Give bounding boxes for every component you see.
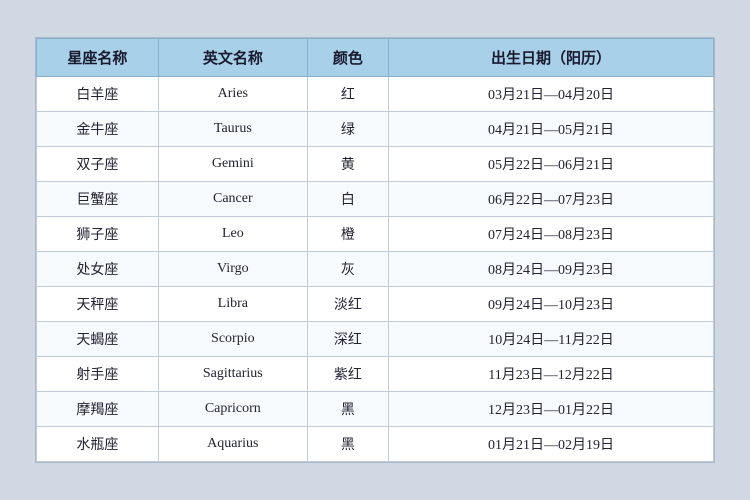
cell-color-7: 深红 [307, 322, 388, 357]
cell-chinese-1: 金牛座 [37, 112, 159, 147]
zodiac-table-container: 星座名称 英文名称 颜色 出生日期（阳历） 白羊座Aries红03月21日—04… [35, 37, 715, 463]
cell-english-0: Aries [158, 77, 307, 112]
cell-chinese-4: 狮子座 [37, 217, 159, 252]
cell-chinese-3: 巨蟹座 [37, 182, 159, 217]
table-row: 天秤座Libra淡红09月24日—10月23日 [37, 287, 714, 322]
table-row: 射手座Sagittarius紫红11月23日—12月22日 [37, 357, 714, 392]
cell-color-10: 黑 [307, 427, 388, 462]
cell-english-5: Virgo [158, 252, 307, 287]
cell-chinese-10: 水瓶座 [37, 427, 159, 462]
cell-english-3: Cancer [158, 182, 307, 217]
table-row: 白羊座Aries红03月21日—04月20日 [37, 77, 714, 112]
cell-chinese-2: 双子座 [37, 147, 159, 182]
cell-color-1: 绿 [307, 112, 388, 147]
cell-english-4: Leo [158, 217, 307, 252]
cell-chinese-6: 天秤座 [37, 287, 159, 322]
cell-color-3: 白 [307, 182, 388, 217]
cell-chinese-5: 处女座 [37, 252, 159, 287]
cell-chinese-0: 白羊座 [37, 77, 159, 112]
table-row: 摩羯座Capricorn黑12月23日—01月22日 [37, 392, 714, 427]
cell-english-6: Libra [158, 287, 307, 322]
table-header-row: 星座名称 英文名称 颜色 出生日期（阳历） [37, 39, 714, 77]
cell-chinese-9: 摩羯座 [37, 392, 159, 427]
cell-color-6: 淡红 [307, 287, 388, 322]
cell-color-8: 紫红 [307, 357, 388, 392]
cell-english-2: Gemini [158, 147, 307, 182]
cell-english-1: Taurus [158, 112, 307, 147]
cell-date-4: 07月24日—08月23日 [389, 217, 714, 252]
cell-color-5: 灰 [307, 252, 388, 287]
cell-chinese-8: 射手座 [37, 357, 159, 392]
table-row: 双子座Gemini黄05月22日—06月21日 [37, 147, 714, 182]
cell-date-9: 12月23日—01月22日 [389, 392, 714, 427]
cell-date-6: 09月24日—10月23日 [389, 287, 714, 322]
cell-date-8: 11月23日—12月22日 [389, 357, 714, 392]
cell-english-8: Sagittarius [158, 357, 307, 392]
cell-date-7: 10月24日—11月22日 [389, 322, 714, 357]
cell-date-1: 04月21日—05月21日 [389, 112, 714, 147]
cell-color-0: 红 [307, 77, 388, 112]
table-row: 巨蟹座Cancer白06月22日—07月23日 [37, 182, 714, 217]
header-english: 英文名称 [158, 39, 307, 77]
cell-english-9: Capricorn [158, 392, 307, 427]
table-row: 狮子座Leo橙07月24日—08月23日 [37, 217, 714, 252]
cell-color-4: 橙 [307, 217, 388, 252]
table-row: 金牛座Taurus绿04月21日—05月21日 [37, 112, 714, 147]
cell-color-9: 黑 [307, 392, 388, 427]
cell-date-0: 03月21日—04月20日 [389, 77, 714, 112]
cell-date-2: 05月22日—06月21日 [389, 147, 714, 182]
cell-date-3: 06月22日—07月23日 [389, 182, 714, 217]
zodiac-table: 星座名称 英文名称 颜色 出生日期（阳历） 白羊座Aries红03月21日—04… [36, 38, 714, 462]
cell-english-10: Aquarius [158, 427, 307, 462]
table-row: 处女座Virgo灰08月24日—09月23日 [37, 252, 714, 287]
header-date: 出生日期（阳历） [389, 39, 714, 77]
cell-date-5: 08月24日—09月23日 [389, 252, 714, 287]
table-row: 水瓶座Aquarius黑01月21日—02月19日 [37, 427, 714, 462]
cell-english-7: Scorpio [158, 322, 307, 357]
table-row: 天蝎座Scorpio深红10月24日—11月22日 [37, 322, 714, 357]
cell-chinese-7: 天蝎座 [37, 322, 159, 357]
header-chinese: 星座名称 [37, 39, 159, 77]
header-color: 颜色 [307, 39, 388, 77]
cell-date-10: 01月21日—02月19日 [389, 427, 714, 462]
cell-color-2: 黄 [307, 147, 388, 182]
